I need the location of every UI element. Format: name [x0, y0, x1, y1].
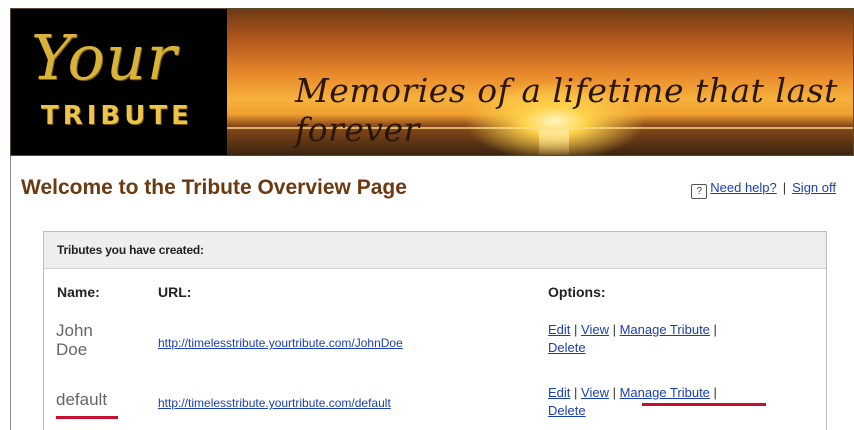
page-title: Welcome to the Tribute Overview Page: [21, 176, 407, 199]
manage-tribute-link[interactable]: Manage Tribute: [620, 322, 710, 337]
logo-text-your: Your: [31, 21, 178, 94]
tribute-name: John Doe: [56, 321, 93, 359]
delete-link[interactable]: Delete: [548, 403, 586, 418]
panel-title: Tributes you have created:: [44, 232, 826, 269]
edit-link[interactable]: Edit: [548, 322, 570, 337]
tributes-panel: Tributes you have created: Name: URL: Op…: [43, 231, 827, 430]
header-banner: Your TRIBUTE Memories of a lifetime that…: [10, 8, 854, 156]
manage-tribute-link[interactable]: Manage Tribute: [620, 385, 710, 400]
question-box-icon[interactable]: ?: [691, 184, 708, 199]
tribute-url-link[interactable]: http://timelesstribute.yourtribute.com/J…: [158, 336, 403, 350]
annotation-underline: [642, 403, 766, 406]
column-header-url: URL:: [158, 284, 192, 300]
logo[interactable]: Your TRIBUTE: [11, 9, 227, 155]
view-link[interactable]: View: [581, 385, 609, 400]
tribute-options: Edit | View | Manage Tribute | Delete: [548, 385, 717, 418]
need-help-link[interactable]: Need help?: [710, 180, 777, 195]
view-link[interactable]: View: [581, 322, 609, 337]
column-header-name: Name:: [57, 284, 100, 300]
tribute-name: default: [56, 390, 107, 409]
tribute-url-link[interactable]: http://timelesstribute.yourtribute.com/d…: [158, 396, 391, 410]
tribute-options: Edit | View | Manage Tribute | Delete: [548, 322, 717, 355]
edit-link[interactable]: Edit: [548, 385, 570, 400]
delete-link[interactable]: Delete: [548, 340, 586, 355]
tribute-name-line: default: [56, 390, 108, 409]
left-border: [10, 156, 11, 430]
help-links: ? Need help? | Sign off: [691, 180, 836, 199]
tribute-name-line: Doe: [56, 340, 88, 359]
logo-text-tribute: TRIBUTE: [41, 101, 193, 131]
tribute-name-line: John: [56, 321, 93, 340]
column-header-options: Options:: [548, 284, 606, 300]
tagline: Memories of a lifetime that last forever: [295, 71, 838, 149]
sign-off-link[interactable]: Sign off: [792, 180, 836, 195]
annotation-underline: [56, 416, 118, 419]
link-separator: |: [782, 180, 787, 195]
